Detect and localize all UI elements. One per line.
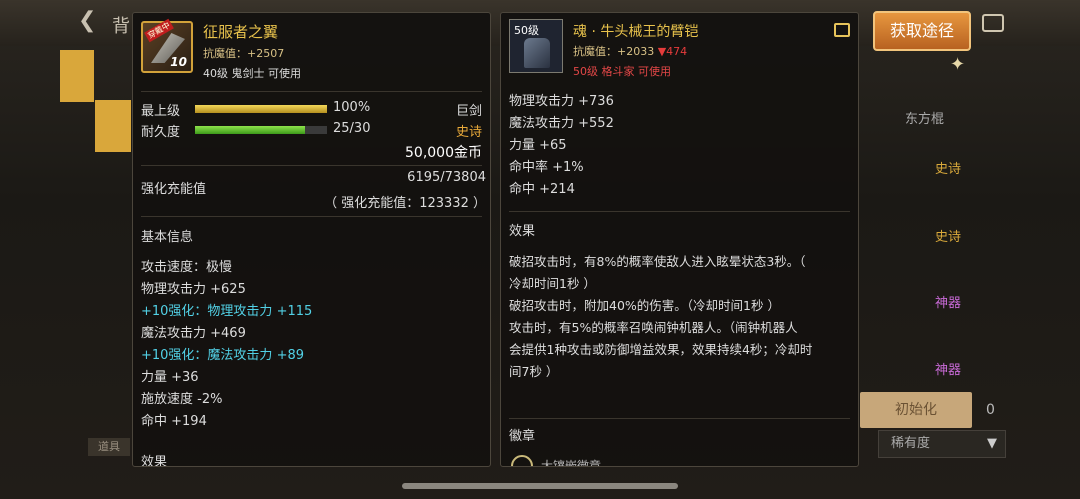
back-arrow-icon[interactable]: ❮ <box>78 8 96 33</box>
item-name: 征服者之翼 <box>203 23 279 41</box>
stat-line: +10强化：魔法攻击力 +89 <box>141 348 305 363</box>
back-label: 背 <box>112 16 130 37</box>
divider <box>509 211 850 212</box>
divider <box>141 91 482 92</box>
effect-line: 破招攻击时，有8%的概率使敌人进入眩晕状态3秒。（ <box>509 254 806 269</box>
resist-text: 抗魔值：+2033 <box>573 45 658 58</box>
emblem-icon <box>511 455 533 466</box>
stats-list: 物理攻击力 +736 魔法攻击力 +552 力量 +65 命中率 +1% 命中 +214 <box>509 91 614 201</box>
side-number: 0 <box>986 402 995 418</box>
acquire-button[interactable]: 获取途径 <box>873 11 971 51</box>
durability-value: 25/30 <box>333 121 371 136</box>
effect-line: 冷却时间1秒 ） <box>509 276 596 291</box>
item-tooltip-equipped: 穿戴中 10 征服者之翼 抗魔值：+2507 40级 鬼剑士 可使用 最上级 1… <box>132 12 491 467</box>
durability-bar-fill <box>195 126 305 134</box>
max-level-bar-fill <box>195 105 327 113</box>
max-level-pct: 100% <box>333 100 371 115</box>
max-level-label: 最上级 <box>141 104 181 119</box>
effect-heading: 效果 <box>509 224 536 239</box>
stat-line: 命中 +194 <box>141 414 207 429</box>
bg-tag: 神器 <box>935 296 962 311</box>
durability-bar <box>195 126 327 134</box>
resist-diff: ▼474 <box>657 45 688 58</box>
bg-tag: 神器 <box>935 363 962 378</box>
stat-line: 物理攻击力 +625 <box>141 282 246 297</box>
rarity-label: 史诗 <box>455 125 482 140</box>
price: 50,000金币 <box>405 145 482 161</box>
divider <box>509 418 850 419</box>
divider <box>141 165 482 166</box>
emblem-heading: 徽章 <box>509 429 536 444</box>
rarity-select[interactable]: 稀有度 ▼ <box>878 430 1006 458</box>
item-icon: 50级 <box>509 19 563 73</box>
chat-icon[interactable] <box>982 14 1004 32</box>
item-name: 魂 · 牛头械王的臂铠 <box>573 24 699 40</box>
share-icon[interactable] <box>834 23 850 37</box>
effect-line: 会提供1种攻击或防御增益效果，效果持续4秒；冷却时 <box>509 342 813 357</box>
stat-line: 攻击速度：极慢 <box>141 260 233 275</box>
inventory-slot[interactable] <box>95 100 131 152</box>
stat-line: +10强化：物理攻击力 +115 <box>141 304 313 319</box>
bg-tag: 东方棍 <box>905 112 945 127</box>
effect-line: 间7秒 ） <box>509 364 559 379</box>
enhance-sub: （ 强化充能值：123332 ） <box>324 196 486 211</box>
max-level-bar <box>195 105 327 113</box>
bg-tag: 史诗 <box>935 162 962 177</box>
enhance-label: 强化充能值 <box>141 182 207 197</box>
emblem-name: 大镶嵌徽章 <box>541 459 602 467</box>
rarity-select-label: 稀有度 <box>891 436 931 451</box>
stat-line: 魔法攻击力 +469 <box>141 326 246 341</box>
reset-button[interactable]: 初始化 <box>860 392 972 428</box>
effect-heading: 效果 <box>141 455 168 467</box>
durability-label: 耐久度 <box>141 125 181 140</box>
weapon-type: 巨剑 <box>455 104 482 119</box>
stat-line: 命中 +214 <box>509 182 575 197</box>
requirement: 50级 格斗家 可使用 <box>573 65 671 78</box>
requirement: 40级 鬼剑士 可使用 <box>203 67 301 80</box>
item-tooltip-compare: 50级 魂 · 牛头械王的臂铠 抗魔值：+2033 ▼474 50级 格斗家 可… <box>500 12 859 467</box>
armguard-icon <box>524 38 550 68</box>
stats-list: 攻击速度：极慢 物理攻击力 +625 +10强化：物理攻击力 +115 魔法攻击力 +… <box>141 257 312 433</box>
divider <box>141 216 482 217</box>
resist-value: 抗魔值：+2507 <box>203 47 285 60</box>
stat-line: 施放速度 -2% <box>141 392 223 407</box>
item-icon: 穿戴中 10 <box>141 18 193 73</box>
effect-text: 破招攻击时，有8%的概率使敌人进入眩晕状态3秒。（ 冷却时间1秒 ） 破招攻击时，附… <box>509 251 846 383</box>
effect-line: 破招攻击时，附加40%的伤害。（冷却时间1秒 ） <box>509 298 780 313</box>
bg-tag: 史诗 <box>935 230 962 245</box>
stat-line: 魔法攻击力 +552 <box>509 116 614 131</box>
item-level-badge: 50级 <box>514 24 539 37</box>
left-tag: 道具 <box>88 438 130 456</box>
item-level-badge: 10 <box>170 55 187 69</box>
inventory-slot[interactable] <box>60 50 94 102</box>
chevron-down-icon: ▼ <box>987 436 997 451</box>
stat-line: 力量 +36 <box>141 370 199 385</box>
sparkle-icon: ✦ <box>950 54 966 75</box>
basic-info-heading: 基本信息 <box>141 230 194 245</box>
home-indicator[interactable] <box>402 483 678 489</box>
effect-line: 攻击时，有5%的概率召唤闹钟机器人。（闹钟机器人 <box>509 320 798 335</box>
stat-line: 命中率 +1% <box>509 160 584 175</box>
stat-line: 力量 +65 <box>509 138 567 153</box>
enhance-value: 6195/73804 <box>407 170 486 185</box>
resist-value: 抗魔值：+2033 ▼474 <box>573 43 687 59</box>
stat-line: 物理攻击力 +736 <box>509 94 614 109</box>
